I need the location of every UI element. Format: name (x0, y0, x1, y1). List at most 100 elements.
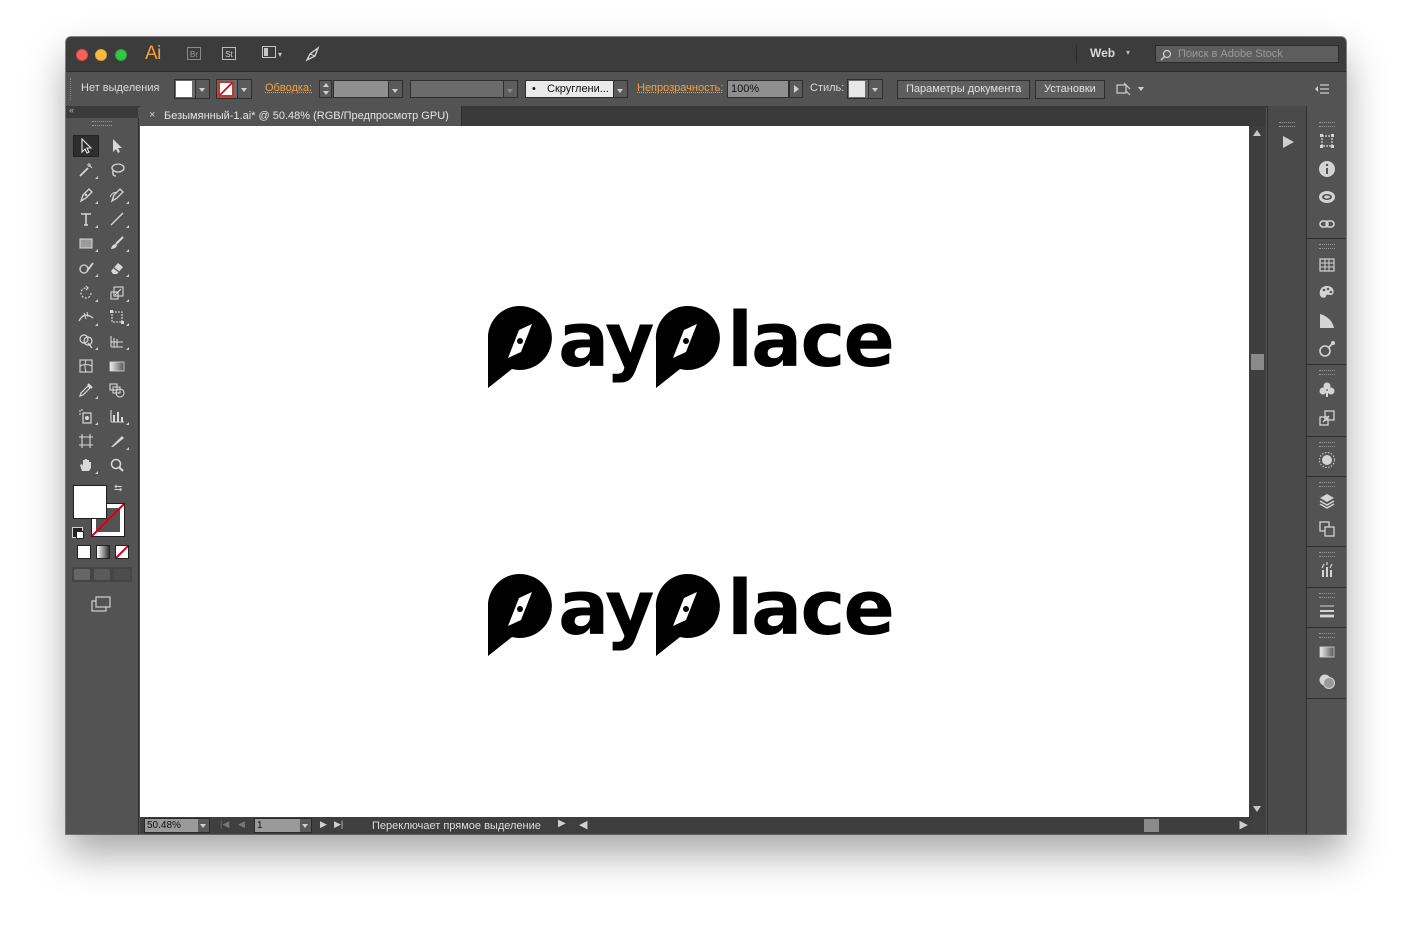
document-setup-button[interactable]: Параметры документа (897, 80, 1031, 99)
draw-normal-icon[interactable] (74, 569, 90, 580)
shape-builder-tool[interactable] (73, 330, 99, 352)
perspective-grid-tool[interactable] (104, 330, 130, 352)
vertical-scroll-thumb[interactable] (1251, 354, 1264, 370)
panel-grip[interactable] (1319, 370, 1335, 375)
lasso-tool[interactable] (104, 159, 130, 181)
blend-tool[interactable] (104, 379, 130, 401)
zoom-window-button[interactable] (115, 49, 127, 61)
draw-inside-icon[interactable] (114, 569, 130, 580)
status-menu-icon[interactable]: ▶ (558, 818, 566, 829)
scroll-left-icon[interactable]: ◀ (579, 818, 587, 831)
hand-tool[interactable] (73, 454, 99, 476)
horizontal-scrollbar[interactable]: ◀ ▶ (576, 817, 1250, 834)
align-selection-icon[interactable] (1116, 82, 1132, 96)
gradient-mode-icon[interactable] (96, 545, 110, 559)
arrange-documents-button[interactable]: ▾ (262, 46, 282, 60)
stroke-color-dropdown[interactable] (216, 79, 252, 99)
scale-tool[interactable] (104, 282, 130, 304)
swap-fill-stroke-icon[interactable]: ⇆ (114, 483, 122, 494)
brushes-icon[interactable] (1315, 559, 1339, 581)
panel-grip[interactable] (1279, 122, 1295, 127)
scroll-right-icon[interactable]: ▶ (1240, 818, 1248, 831)
transform-panel-icon[interactable] (1315, 130, 1339, 152)
stock-button[interactable]: St (222, 47, 236, 60)
panel-grip[interactable] (70, 78, 74, 100)
scroll-down-icon[interactable] (1253, 806, 1261, 812)
close-tab-icon[interactable]: × (149, 109, 155, 121)
stock-search-box[interactable] (1155, 45, 1339, 63)
fill-color-dropdown[interactable] (174, 79, 210, 99)
play-icon[interactable] (1280, 134, 1296, 150)
asset-export-icon[interactable] (1315, 407, 1339, 429)
symbols-icon[interactable] (1315, 379, 1339, 401)
fill-swatch[interactable] (73, 485, 107, 519)
artboards-panel-icon[interactable] (1315, 518, 1339, 540)
swatches-panel-icon[interactable] (1315, 254, 1339, 276)
close-window-button[interactable] (76, 49, 88, 61)
links-icon[interactable] (1315, 213, 1339, 235)
panel-grip[interactable] (1319, 482, 1335, 487)
magic-wand-tool[interactable] (73, 159, 99, 181)
paintbrush-tool[interactable] (104, 232, 130, 254)
curvature-tool[interactable] (104, 184, 130, 206)
opacity-expand-button[interactable] (789, 80, 803, 98)
mesh-tool[interactable] (73, 355, 99, 377)
color-palette-icon[interactable] (1315, 282, 1339, 304)
stroke-panel-icon[interactable] (1315, 600, 1339, 622)
type-tool[interactable] (73, 208, 99, 230)
slice-tool[interactable] (104, 430, 130, 452)
info-icon[interactable] (1315, 158, 1339, 180)
transparency-icon[interactable] (1315, 670, 1339, 692)
rotate-tool[interactable] (73, 282, 99, 304)
panel-grip[interactable] (1319, 442, 1335, 447)
panel-grip[interactable] (1319, 633, 1335, 638)
draw-behind-icon[interactable] (94, 569, 110, 580)
chevron-down-icon[interactable] (1138, 87, 1144, 91)
stroke-label[interactable]: Обводка: (265, 82, 312, 94)
opacity-field[interactable]: 100% (727, 80, 789, 98)
payplace-logo-bottom[interactable]: ay lace (487, 563, 895, 658)
preferences-button[interactable]: Установки (1035, 80, 1105, 99)
previous-artboard-icon[interactable]: ◀ (238, 819, 245, 830)
gpu-performance-icon[interactable] (304, 45, 322, 63)
none-mode-icon[interactable] (115, 545, 129, 559)
free-transform-tool[interactable] (104, 306, 130, 328)
panel-grip[interactable] (1319, 122, 1335, 127)
shaper-tool[interactable] (73, 257, 99, 279)
tools-collapse-bar[interactable]: « (66, 105, 138, 118)
artboard-number-field[interactable]: 1 (254, 818, 312, 833)
graphic-style-dropdown[interactable] (847, 79, 883, 99)
column-graph-tool[interactable] (104, 405, 130, 427)
direct-selection-tool[interactable] (104, 135, 130, 157)
appearance-icon[interactable] (1315, 449, 1339, 471)
chevron-down-icon[interactable]: ▾ (1126, 48, 1130, 57)
zoom-tool[interactable] (104, 454, 130, 476)
width-tool[interactable] (73, 306, 99, 328)
panel-grip[interactable] (1319, 552, 1335, 557)
minimize-window-button[interactable] (95, 49, 107, 61)
first-artboard-icon[interactable]: |◀ (220, 819, 229, 830)
panel-grip[interactable] (92, 121, 112, 126)
recolor-icon[interactable] (1315, 338, 1339, 360)
panel-grip[interactable] (1319, 244, 1335, 249)
last-artboard-icon[interactable]: ▶| (334, 819, 343, 830)
opacity-label[interactable]: Непрозрачность: (637, 82, 723, 94)
layers-icon[interactable] (1315, 490, 1339, 512)
variable-width-dropdown[interactable] (410, 80, 518, 98)
default-colors-icon[interactable] (72, 527, 84, 539)
gradient-panel-icon[interactable] (1315, 641, 1339, 663)
payplace-logo-top[interactable]: ay lace (487, 295, 895, 390)
document-tab[interactable]: × Безымянный-1.ai* @ 50.48% (RGB/Предпро… (140, 106, 462, 126)
horizontal-scroll-thumb[interactable] (1144, 819, 1159, 832)
pen-tool[interactable] (73, 184, 99, 206)
stroke-weight-stepper[interactable] (319, 80, 332, 98)
color-guide-icon[interactable] (1315, 310, 1339, 332)
brush-definition-dropdown[interactable]: • Скруглени... (525, 80, 628, 98)
selection-tool[interactable] (73, 135, 99, 157)
symbol-sprayer-tool[interactable] (73, 405, 99, 427)
zoom-level-field[interactable]: 50.48% (144, 818, 210, 833)
stock-search-input[interactable] (1178, 47, 1336, 61)
workspace-switcher[interactable]: Web (1090, 46, 1115, 60)
screen-mode-icon[interactable] (91, 596, 111, 612)
artboard-canvas[interactable]: ay lace ay lace (140, 126, 1249, 817)
